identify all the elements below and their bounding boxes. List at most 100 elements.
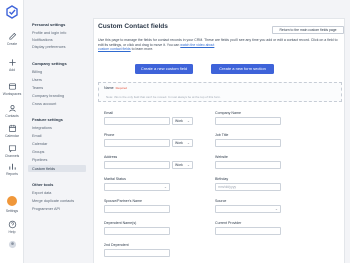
sidebar-heading-company: Company settings	[32, 61, 67, 66]
nav-settings[interactable]: Settings	[0, 208, 24, 213]
email-field[interactable]	[104, 117, 170, 125]
address-field[interactable]	[104, 161, 170, 169]
calendar-icon	[8, 124, 16, 133]
sidebar-item-export[interactable]: Export data	[32, 191, 51, 195]
nav-label: Contacts	[5, 114, 19, 118]
page-description: Use this page to manage the fields for c…	[98, 38, 340, 52]
spouse-field[interactable]	[104, 205, 170, 213]
create-custom-field-button[interactable]: Create a new custom field	[135, 64, 193, 74]
pencil-icon	[8, 32, 16, 40]
nav-contacts[interactable]: Contacts	[0, 104, 24, 118]
sidebar-heading-personal: Personal settings	[32, 22, 66, 27]
second-dependent-label: 2nd Dependent	[104, 243, 129, 247]
nav-label: Workspaces	[2, 92, 22, 96]
spouse-label: Spouse/Partner's Name	[104, 199, 143, 203]
sidebar-item-billing[interactable]: Billing	[32, 70, 42, 74]
name-label: Name Required	[104, 86, 127, 90]
help-icon	[8, 220, 16, 229]
website-label: Website	[215, 155, 228, 159]
address-type-select[interactable]: Work ⌄	[172, 161, 193, 169]
email-type-value: Work	[175, 119, 183, 123]
desc-line-1: Use this page to manage the fields for c…	[98, 38, 283, 42]
website-field[interactable]	[215, 161, 281, 169]
return-button[interactable]: Return to the main custom fields page	[272, 26, 344, 34]
create-form-section-button[interactable]: Create a new form section	[211, 64, 274, 74]
chevron-down-icon: ⌄	[186, 119, 190, 123]
name-field-box[interactable]	[98, 82, 342, 102]
phone-field[interactable]	[104, 139, 170, 147]
chevron-down-icon: ⌄	[186, 163, 190, 167]
workspace-icon	[8, 83, 16, 90]
contacts-icon	[8, 105, 16, 112]
nav-label: Channels	[4, 154, 20, 158]
plus-icon	[8, 59, 16, 66]
address-label: Address	[104, 155, 118, 159]
name-label-text: Name	[104, 86, 114, 90]
nav-label: Calendar	[5, 134, 19, 138]
current-provider-field[interactable]	[215, 227, 281, 235]
job-title-label: Job Title	[215, 133, 229, 137]
nav-label: Create	[6, 42, 18, 46]
nav-label: Reports	[6, 172, 18, 176]
nav-add[interactable]: Add	[0, 58, 24, 72]
source-select[interactable]: ⌄	[215, 205, 281, 213]
sidebar-item-profile[interactable]: Profile and login info	[32, 31, 66, 35]
dependent-label: Dependent Name(s)	[104, 221, 137, 225]
sidebar-item-notifications[interactable]: Notifications	[32, 38, 53, 42]
chevron-down-icon: ⌄	[186, 141, 190, 145]
company-name-field[interactable]	[215, 117, 281, 125]
nav-label: Help	[8, 230, 16, 234]
chat-icon	[8, 145, 16, 153]
email-label: Email	[104, 111, 113, 115]
sidebar-item-custom-fields[interactable]: Custom fields	[28, 165, 86, 172]
sidebar-item-teams[interactable]: Teams	[32, 86, 43, 90]
nav-reports[interactable]: Reports	[0, 162, 24, 176]
nav-create[interactable]: Create	[0, 32, 24, 46]
sidebar-item-cross-account[interactable]: Cross account	[32, 102, 56, 106]
phone-type-select[interactable]: Work ⌄	[172, 139, 193, 147]
video-link[interactable]: watch the video about	[180, 43, 214, 47]
nav-help[interactable]: Help	[0, 220, 24, 234]
nav-channels[interactable]: Channels	[0, 144, 24, 158]
sidebar-item-calendar[interactable]: Calendar	[32, 142, 47, 146]
nav-label: Settings	[5, 209, 19, 213]
phone-type-value: Work	[175, 141, 183, 145]
required-badge: Required	[115, 86, 127, 90]
sidebar-item-merge[interactable]: Merge duplicate contacts	[32, 199, 74, 203]
app-nav-rail: Create Add Workspaces Contacts Calendar …	[0, 0, 24, 263]
sidebar-item-api[interactable]: Programmer API	[32, 207, 60, 211]
job-title-field[interactable]	[215, 139, 281, 147]
sidebar-item-display[interactable]: Display preferences	[32, 45, 66, 49]
desc-line-3: to learn more.	[130, 47, 154, 52]
email-type-select[interactable]: Work ⌄	[172, 117, 193, 125]
name-placeholder: Note: this is the only field that can't …	[106, 95, 221, 99]
sidebar-item-email[interactable]: Email	[32, 134, 42, 138]
birthday-field[interactable]: mm/dd/yyyy	[215, 183, 281, 191]
sidebar-heading-feature: Feature settings	[32, 117, 63, 122]
chevron-down-icon: ⌄	[163, 185, 167, 189]
reports-icon	[8, 163, 16, 170]
sidebar-heading-other: Other tools	[32, 182, 54, 187]
source-label: Source	[215, 199, 227, 203]
sidebar-item-groups[interactable]: Groups	[32, 150, 44, 154]
custom-fields-link[interactable]: custom contact fields	[98, 47, 131, 51]
phone-label: Phone	[104, 133, 115, 137]
sidebar-item-users[interactable]: Users	[32, 78, 42, 82]
marital-status-select[interactable]: ⌄	[104, 183, 170, 191]
nav-calendar[interactable]: Calendar	[0, 124, 24, 138]
chevron-down-icon: ⌄	[274, 207, 278, 211]
dependent-field[interactable]	[104, 227, 170, 235]
company-name-label: Company Name	[215, 111, 241, 115]
avatar[interactable]	[0, 240, 24, 249]
sidebar-item-branding[interactable]: Company branding	[32, 94, 64, 98]
sidebar-item-integrations[interactable]: Integrations	[32, 126, 52, 130]
birthday-label: Birthday	[215, 177, 229, 181]
address-type-value: Work	[175, 163, 183, 167]
app-logo-icon[interactable]	[5, 5, 19, 19]
second-dependent-field[interactable]	[104, 249, 170, 257]
settings-gear-icon[interactable]	[7, 196, 17, 206]
sidebar-item-pipelines[interactable]: Pipelines	[32, 158, 47, 162]
nav-workspaces[interactable]: Workspaces	[0, 82, 24, 96]
nav-label: Add	[8, 68, 16, 72]
user-avatar-icon	[8, 240, 16, 249]
